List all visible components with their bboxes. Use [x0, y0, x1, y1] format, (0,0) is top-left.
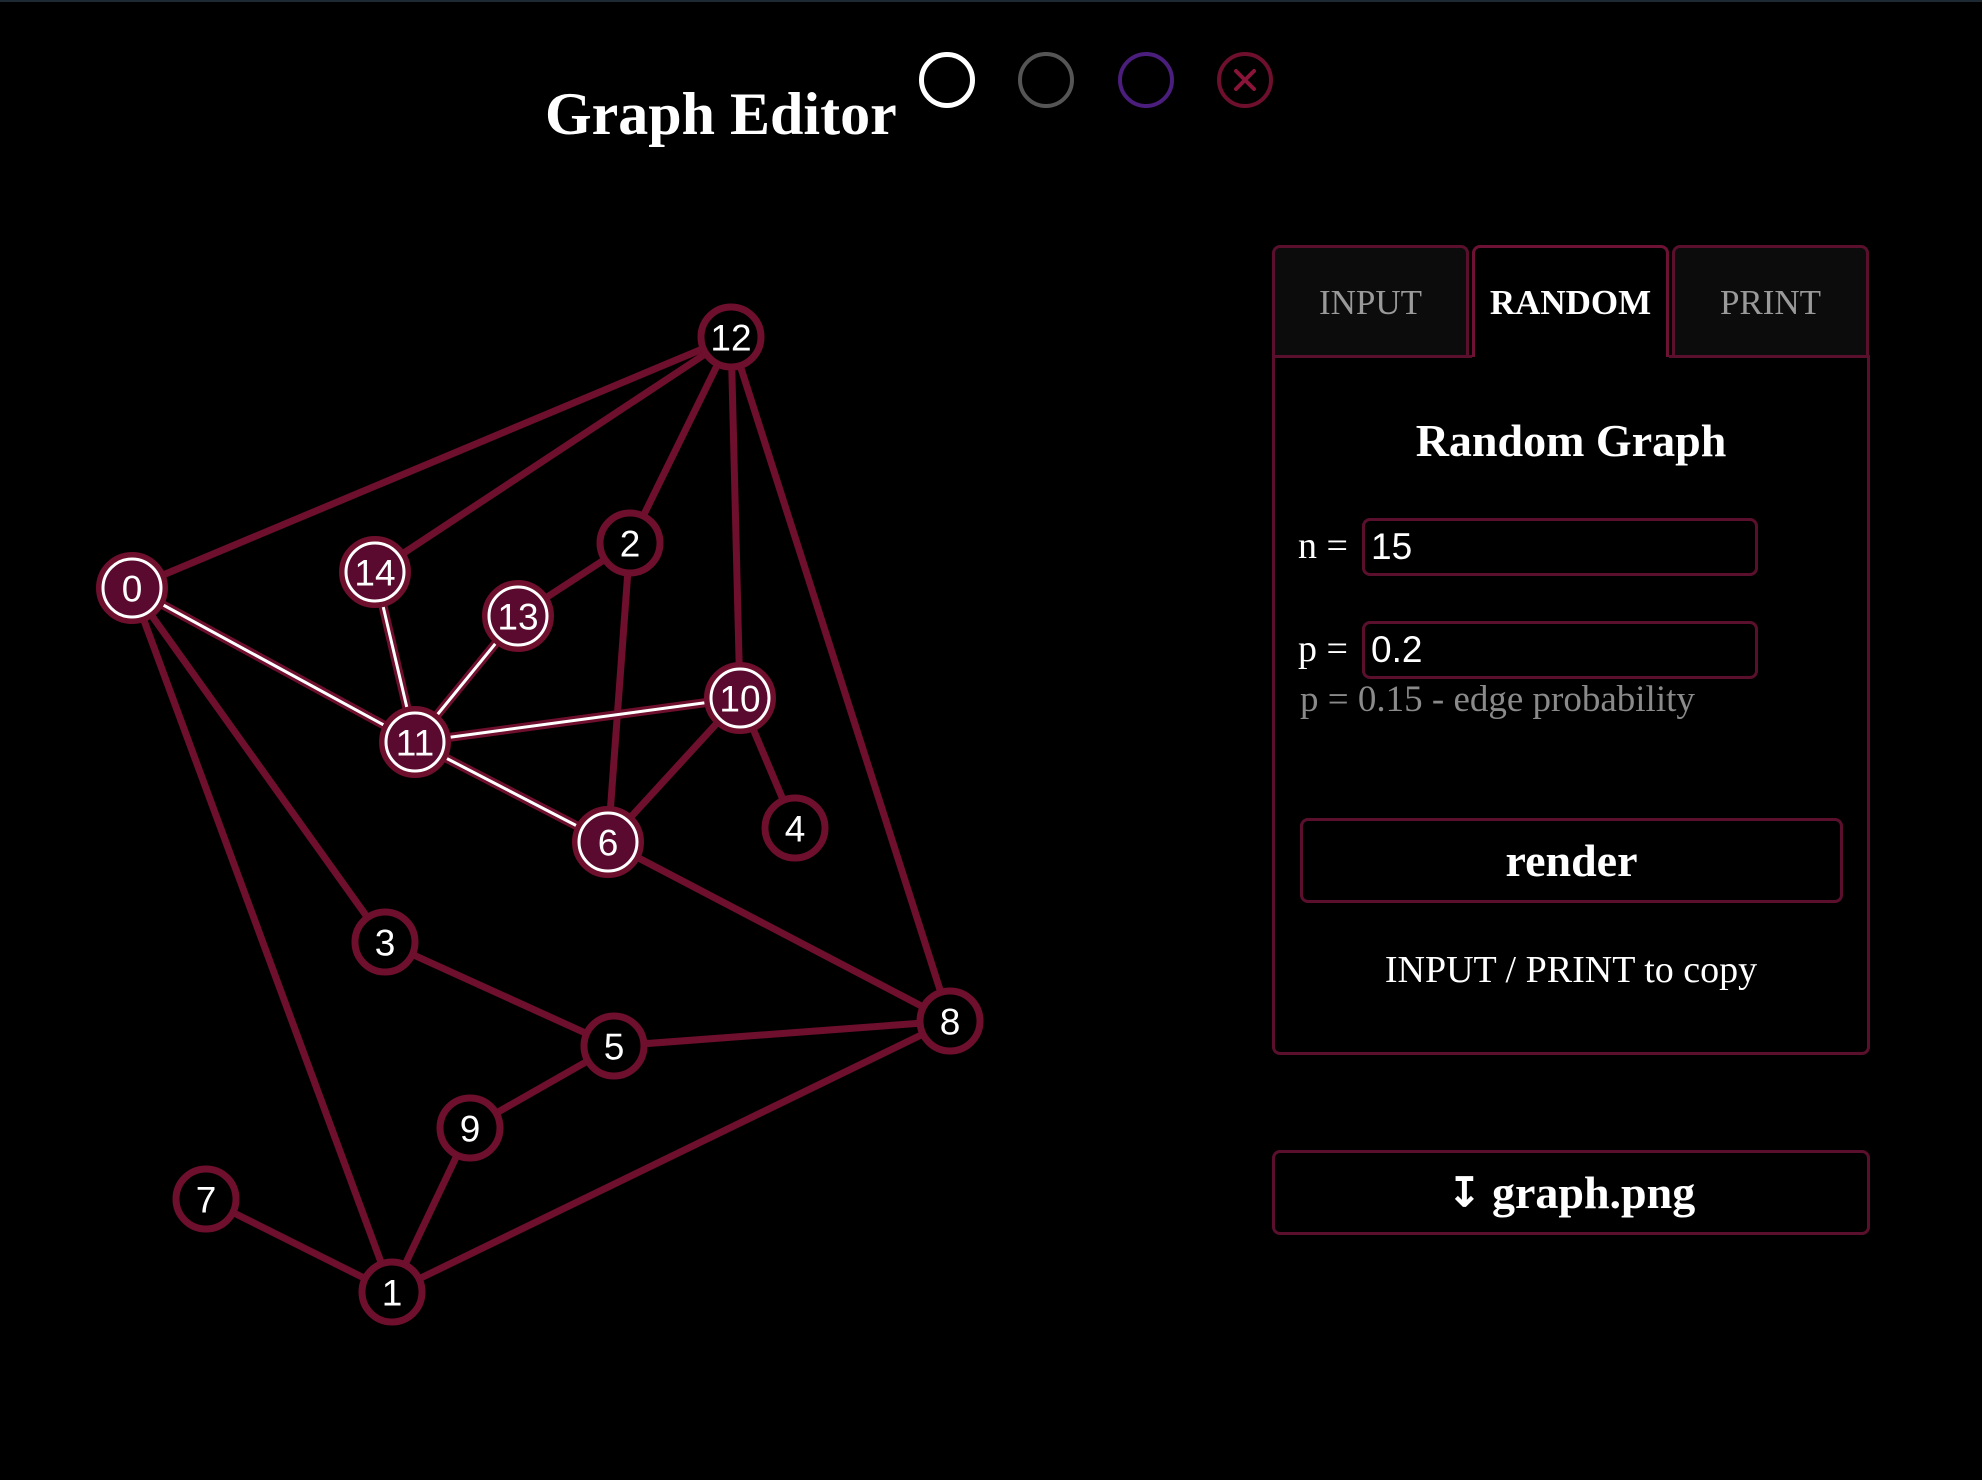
graph-node-label: 10: [719, 679, 760, 720]
download-arrow-icon: ↧: [1446, 1168, 1482, 1217]
graph-node-13[interactable]: 13: [482, 580, 554, 652]
graph-node-8[interactable]: 8: [916, 987, 984, 1055]
tab-random[interactable]: RANDOM: [1472, 245, 1669, 357]
graph-node-7[interactable]: 7: [172, 1165, 240, 1233]
tab-input[interactable]: INPUT: [1272, 245, 1469, 357]
graph-node-label: 5: [604, 1027, 625, 1068]
graph-edge[interactable]: [131, 586, 416, 744]
graph-node-label: 0: [122, 569, 143, 610]
p-input[interactable]: [1362, 621, 1758, 679]
graph-node-0[interactable]: 0: [96, 552, 168, 624]
graph-node-label: 12: [710, 318, 751, 359]
panel-divider: [1272, 355, 1472, 358]
graph-edge[interactable]: [129, 585, 388, 945]
graph-node-1[interactable]: 1: [358, 1258, 426, 1326]
graph-edge[interactable]: [727, 336, 744, 699]
graph-node-label: 6: [598, 823, 619, 864]
graph-node-label: 9: [460, 1109, 481, 1150]
graph-edge[interactable]: [604, 542, 634, 843]
graph-node-label: 1: [382, 1273, 403, 1314]
graph-node-label: 13: [497, 597, 538, 638]
graph-node-6[interactable]: 6: [572, 806, 644, 878]
p-hint: p = 0.15 - edge probability: [1300, 679, 1695, 720]
download-png-button[interactable]: ↧ graph.png: [1272, 1150, 1870, 1235]
graph-edge[interactable]: [414, 696, 741, 744]
n-input[interactable]: [1362, 518, 1758, 576]
render-button[interactable]: render: [1300, 818, 1843, 903]
graph-node-9[interactable]: 9: [436, 1094, 504, 1162]
graph-node-label: 4: [785, 809, 806, 850]
graph-node-label: 8: [940, 1002, 961, 1043]
panel-divider: [1669, 355, 1870, 358]
graph-node-2[interactable]: 2: [596, 509, 664, 577]
graph-node-label: 2: [620, 524, 641, 565]
panel-title: Random Graph: [1415, 415, 1727, 466]
graph-node-5[interactable]: 5: [580, 1012, 648, 1080]
n-label: n =: [1298, 525, 1348, 567]
graph-node-label: 3: [375, 923, 396, 964]
graph-node-11[interactable]: 11: [379, 706, 451, 778]
graph-node-label: 14: [354, 553, 395, 594]
tab-print[interactable]: PRINT: [1672, 245, 1869, 357]
graph-node-label: 11: [396, 723, 434, 764]
graph-node-4[interactable]: 4: [761, 794, 829, 862]
graph-edge[interactable]: [383, 938, 616, 1050]
graph-node-12[interactable]: 12: [697, 303, 765, 371]
graph-node-3[interactable]: 3: [351, 908, 419, 976]
copy-note: INPUT / PRINT to copy: [1384, 949, 1758, 991]
p-label: p =: [1298, 628, 1348, 670]
graph-node-label: 7: [196, 1180, 217, 1221]
graph-node-14[interactable]: 14: [339, 536, 411, 608]
graph-node-10[interactable]: 10: [704, 662, 776, 734]
graph-edge[interactable]: [373, 334, 733, 575]
graph-canvas[interactable]: 01234567891011121314: [0, 0, 1240, 1480]
download-label: graph.png: [1491, 1167, 1696, 1218]
